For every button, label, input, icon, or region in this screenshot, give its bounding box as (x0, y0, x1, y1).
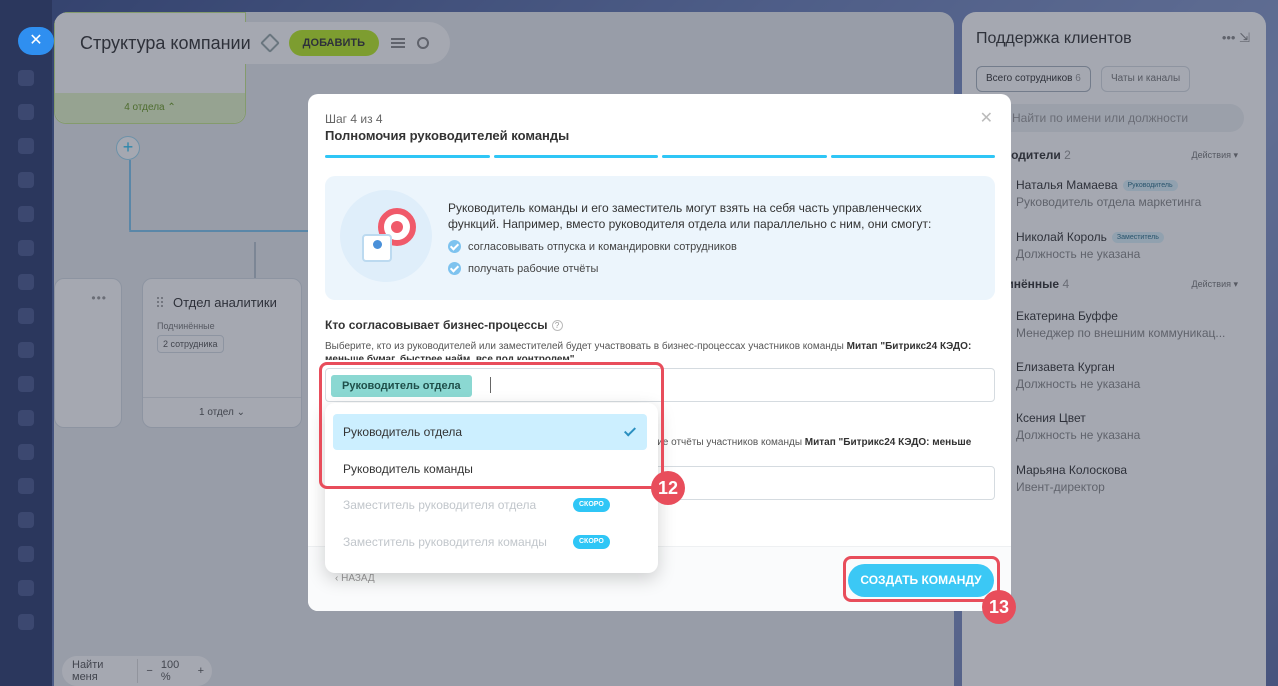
modal-title: Полномочия руководителей команды (325, 128, 570, 143)
benefit-item: согласовывать отпуска и командировки сот… (448, 240, 737, 253)
annotation-number: 13 (982, 590, 1016, 624)
info-box: Руководитель команды и его заместитель м… (325, 176, 995, 300)
info-text: Руководитель команды и его заместитель м… (448, 201, 932, 231)
reports-description: чие отчёты участников команды Митап "Бит… (652, 437, 972, 448)
soon-badge: СКОРО (573, 498, 610, 512)
dropdown-option-disabled: Заместитель руководителя отдела СКОРО (333, 487, 647, 523)
close-icon[interactable]: ✕ (18, 27, 54, 55)
soon-badge: СКОРО (573, 535, 610, 549)
highlight-box (319, 362, 664, 489)
help-icon[interactable]: ? (551, 320, 563, 332)
step-progress (325, 155, 995, 158)
target-illustration-icon (340, 190, 432, 282)
approver-question: Кто согласовывает бизнес-процессы? (325, 318, 563, 332)
highlight-box (843, 556, 1000, 602)
check-circle-icon (448, 240, 461, 253)
check-circle-icon (448, 262, 461, 275)
modal-close-icon[interactable]: ✕ (980, 108, 993, 128)
step-indicator: Шаг 4 из 4 (325, 112, 383, 126)
dropdown-option-disabled: Заместитель руководителя команды СКОРО (333, 524, 647, 560)
annotation-number: 12 (651, 471, 685, 505)
approver-description: Выберите, кто из руководителей или замес… (325, 341, 972, 360)
benefit-item: получать рабочие отчёты (448, 262, 598, 275)
back-button[interactable]: ‹ НАЗАД (335, 573, 375, 584)
reports-select[interactable] (652, 466, 995, 500)
